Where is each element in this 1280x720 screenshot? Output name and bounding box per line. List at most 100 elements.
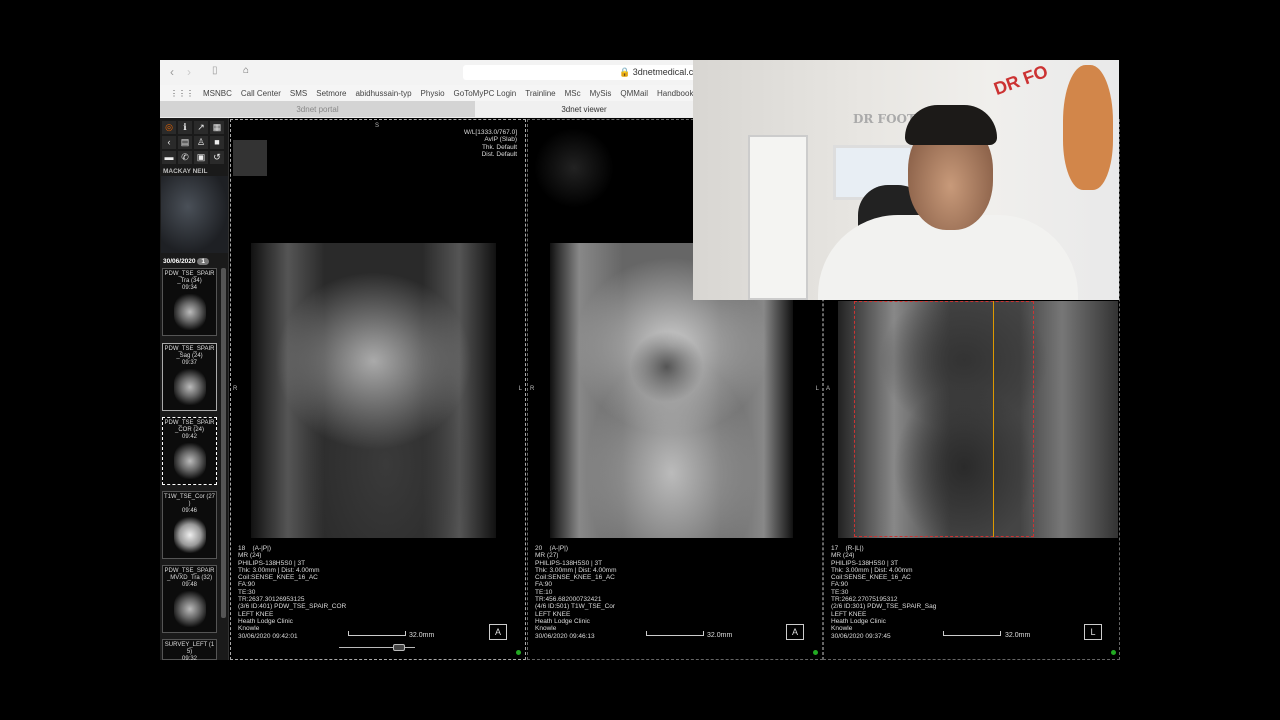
- dicom-info: 18 (A-|P|) MR (24) PHILIPS-138H5S0 | 3T …: [238, 545, 347, 640]
- bookmarks-bar: ⋮⋮⋮ MSNBC Call Center SMS Setmore abidhu…: [160, 85, 693, 101]
- orientation-cube[interactable]: A: [489, 624, 507, 640]
- series-name: PDW_TSE_SPAIR _Sag (24): [164, 346, 215, 359]
- orientation-cube[interactable]: A: [786, 624, 804, 640]
- bookmark[interactable]: Handbook: [657, 89, 693, 98]
- series-image: [173, 517, 206, 553]
- report-icon[interactable]: ▣: [194, 151, 208, 164]
- webcam-video: DR FOOT DR FO: [693, 60, 1119, 300]
- scale-label: 32.0mm: [707, 632, 733, 639]
- reference-thumbnail: [534, 128, 614, 208]
- apps-icon[interactable]: ⋮⋮⋮: [170, 89, 194, 98]
- scrollbar[interactable]: [221, 268, 226, 618]
- dicom-info: 20 (A-|P|) MR (27) PHILIPS-138H5S0 | 3T …: [535, 545, 617, 640]
- video-icon[interactable]: ■: [210, 136, 224, 149]
- mri-image[interactable]: [251, 243, 496, 538]
- info-icon[interactable]: ℹ: [178, 121, 192, 134]
- series-sidebar: ◎ ℹ ↗ ▦ ‹ ▤ ♙ ■ ▬ ✆ ▣ ↺ MACKAY NEIL 30/0…: [160, 118, 229, 662]
- scale-bar: [943, 631, 1001, 636]
- home-icon[interactable]: ⌂: [243, 65, 249, 76]
- call-icon[interactable]: ↺: [210, 151, 224, 164]
- folder-icon[interactable]: ▬: [162, 151, 176, 164]
- bookmark[interactable]: Trainline: [525, 89, 555, 98]
- series-name: T1W_TSE_Cor (27 ): [163, 494, 215, 507]
- foot-sign: [1063, 65, 1113, 190]
- share-icon[interactable]: ↗: [194, 121, 208, 134]
- tab-3dnet-viewer[interactable]: 3dnet viewer: [475, 101, 693, 117]
- series-name: SURVEY_LEFT (1 5): [164, 642, 215, 655]
- series-time: 09:32: [181, 656, 197, 662]
- bookmark[interactable]: Physio: [421, 89, 445, 98]
- series-name: PDW_TSE_SPAIR _Tra (34): [164, 271, 215, 284]
- document-icon[interactable]: ▤: [178, 136, 192, 149]
- orientation-top: S: [375, 123, 380, 129]
- series-image: [173, 369, 206, 405]
- status-dot: [1111, 650, 1116, 655]
- bookmark[interactable]: Call Center: [241, 89, 281, 98]
- series-time: 09:34: [181, 285, 197, 291]
- series-time: 09:48: [181, 582, 197, 588]
- scale-bar: [348, 631, 406, 636]
- reference-thumbnail: [233, 140, 267, 176]
- browser-toolbar: ‹ › ▯ ⌂ 🔒 3dnetmedical.com: [160, 60, 698, 85]
- grid-icon[interactable]: ▦: [210, 121, 224, 134]
- bookmark[interactable]: MSNBC: [203, 89, 232, 98]
- status-dot: [813, 650, 818, 655]
- series-time: 09:37: [181, 360, 197, 366]
- series-image: [173, 443, 206, 479]
- series-thumbnail[interactable]: PDW_TSE_SPAIR _Sag (24) 09:37: [162, 343, 217, 411]
- tab-label: 3dnet viewer: [561, 104, 607, 114]
- phone-icon[interactable]: ✆: [178, 151, 192, 164]
- tab-bar: 3dnet portal 3dnet viewer: [160, 101, 693, 117]
- reference-line: [993, 301, 994, 537]
- back-icon[interactable]: ‹: [170, 65, 174, 79]
- browser-window: ‹ › ▯ ⌂ 🔒 3dnetmedical.com ⋮⋮⋮ MSNBC Cal…: [160, 60, 698, 118]
- viewport-coronal-pdw[interactable]: W/L[1333.0/767.0] AvIP (Slab) Thk. Defau…: [230, 119, 526, 660]
- orientation-right: L: [815, 386, 819, 392]
- series-thumbnail[interactable]: SURVEY_LEFT (1 5) 09:32: [162, 639, 217, 662]
- dicom-info: 17 (R-|L|) MR (24) PHILIPS-138H5S0 | 3T …: [831, 545, 937, 640]
- door: [748, 135, 808, 300]
- series-thumbnail[interactable]: T1W_TSE_Cor (27 ) 09:46: [162, 491, 217, 559]
- series-name: PDW_TSE_SPAIR _MVXD_Tra (32): [164, 568, 215, 581]
- bookmark[interactable]: SMS: [290, 89, 307, 98]
- bookmark[interactable]: Setmore: [316, 89, 346, 98]
- scale-bar: [646, 631, 704, 636]
- orientation-left: R: [530, 386, 535, 392]
- study-count-badge: 1: [197, 258, 209, 265]
- bookmark[interactable]: GoToMyPC Login: [454, 89, 517, 98]
- orientation-left: A: [826, 386, 831, 392]
- study-date-text: 30/06/2020: [163, 258, 196, 265]
- address-bar[interactable]: 🔒 3dnetmedical.com: [463, 65, 698, 80]
- person-hair: [905, 105, 997, 145]
- series-time: 09:42: [181, 434, 197, 440]
- settings-icon[interactable]: ◎: [162, 121, 176, 134]
- series-time: 09:46: [181, 508, 197, 514]
- forward-icon[interactable]: ›: [187, 65, 191, 79]
- tab-label: 3dnet portal: [296, 104, 339, 114]
- user-icon[interactable]: ♙: [194, 136, 208, 149]
- series-thumbnail[interactable]: PDW_TSE_SPAIR _MVXD_Tra (32) 09:48: [162, 565, 217, 633]
- patient-name: MACKAY NEIL: [163, 168, 208, 175]
- bookmark[interactable]: MySis: [590, 89, 612, 98]
- sidebar-icon[interactable]: ▯: [212, 65, 218, 76]
- status-dot: [516, 650, 521, 655]
- scale-label: 32.0mm: [409, 632, 435, 639]
- series-name: PDW_TSE_SPAIR _COR (24): [164, 420, 215, 433]
- series-image: [173, 294, 206, 330]
- tab-3dnet-portal[interactable]: 3dnet portal: [160, 101, 475, 117]
- series-image: [173, 591, 206, 627]
- patient-preview: [161, 176, 228, 253]
- bookmark[interactable]: MSc: [565, 89, 581, 98]
- slice-slider-handle[interactable]: [393, 644, 405, 651]
- series-thumbnail[interactable]: PDW_TSE_SPAIR _Tra (34) 09:34: [162, 268, 217, 336]
- orientation-right: L: [518, 386, 522, 392]
- wall-sign: DR FOOT: [853, 112, 916, 126]
- back-icon[interactable]: ‹: [162, 136, 176, 149]
- study-date[interactable]: 30/06/2020 1: [163, 258, 209, 265]
- orientation-cube[interactable]: L: [1084, 624, 1102, 640]
- series-thumbnail-active[interactable]: PDW_TSE_SPAIR _COR (24) 09:42: [162, 417, 217, 485]
- wall-sign-red: DR FO: [991, 61, 1051, 100]
- bookmark[interactable]: QMMail: [620, 89, 648, 98]
- bookmark[interactable]: abidhussain-typ: [355, 89, 411, 98]
- orientation-left: R: [233, 386, 238, 392]
